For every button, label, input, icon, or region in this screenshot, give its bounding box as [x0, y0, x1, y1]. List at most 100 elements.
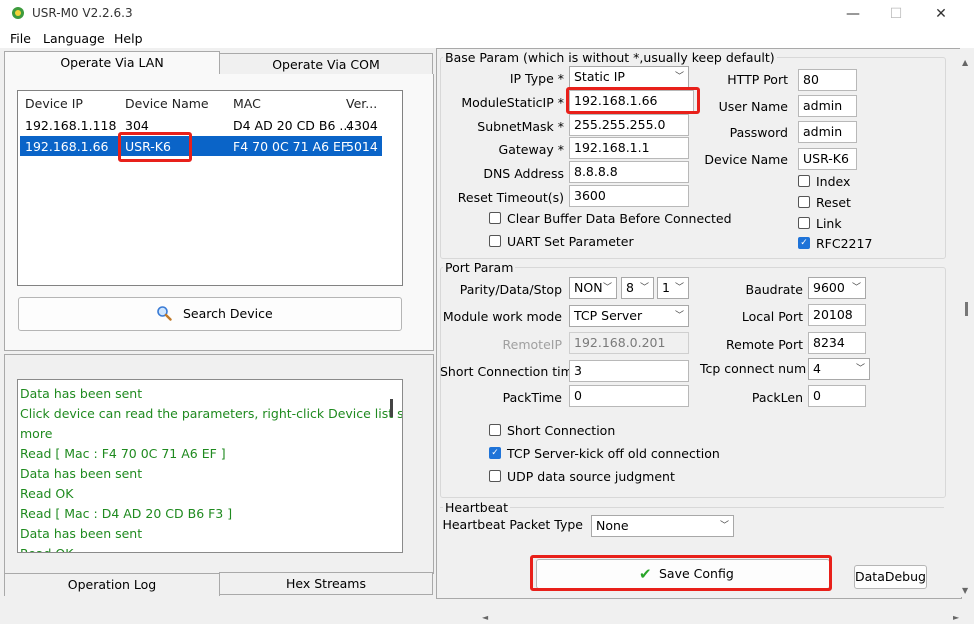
heartbeat-title: Heartbeat: [443, 500, 510, 515]
chevron-down-icon: ﹀: [602, 283, 612, 293]
password-input[interactable]: admin: [798, 121, 857, 143]
chevron-down-icon: ﹀: [674, 283, 684, 293]
minimize-button[interactable]: —: [838, 4, 868, 24]
password-label: Password: [729, 125, 788, 140]
pack-time-label: PackTime: [502, 390, 562, 405]
data-bits-select[interactable]: 8 ﹀: [621, 277, 654, 299]
tcp-connect-num-select[interactable]: 4 ﹀: [808, 358, 870, 380]
row-mac: D4 AD 20 CD B6 ...: [233, 118, 352, 133]
stop-bits-value: 1: [662, 280, 670, 295]
clear-buffer-checkbox[interactable]: [489, 212, 501, 224]
http-port-input[interactable]: 80: [798, 69, 857, 91]
row-mac: F4 70 0C 71 A6 EF: [233, 139, 349, 154]
menu-help[interactable]: Help: [114, 31, 143, 46]
chevron-down-icon: ﹀: [719, 521, 729, 531]
user-name-input[interactable]: admin: [798, 95, 857, 117]
col-version[interactable]: Ver...: [346, 96, 377, 111]
uart-set-checkbox[interactable]: [489, 235, 501, 247]
pack-time-input[interactable]: 0: [569, 385, 689, 407]
udp-judgment-checkbox[interactable]: [489, 470, 501, 482]
reset-timeout-input[interactable]: 3600: [569, 185, 689, 207]
gateway-input[interactable]: 192.168.1.1: [569, 137, 689, 159]
row-device-ip: 192.168.1.118: [25, 118, 117, 133]
user-name-label: User Name: [718, 99, 788, 114]
link-label[interactable]: Link: [816, 216, 842, 231]
baudrate-select[interactable]: 9600 ﹀: [808, 277, 866, 299]
col-device-name[interactable]: Device Name: [125, 96, 209, 111]
log-line: Read [ Mac : D4 AD 20 CD B6 F3 ]: [20, 506, 233, 521]
remote-port-input[interactable]: 8234: [808, 332, 866, 354]
local-port-input[interactable]: 20108: [808, 304, 866, 326]
remote-port-label: Remote Port: [726, 337, 803, 352]
short-conn-time-label: Short Connection time: [440, 364, 581, 379]
col-mac[interactable]: MAC: [233, 96, 261, 111]
tab-operation-log[interactable]: Operation Log: [4, 573, 220, 596]
chevron-down-icon: ﹀: [851, 283, 861, 293]
maximize-button[interactable]: ☐: [881, 4, 911, 24]
short-connection-checkbox[interactable]: [489, 424, 501, 436]
ip-type-label: IP Type *: [509, 71, 564, 86]
uart-set-label[interactable]: UART Set Parameter: [507, 234, 634, 249]
menu-bar: [0, 28, 974, 48]
port-param-group: [440, 267, 946, 498]
splitter-left-icon[interactable]: ◄: [482, 613, 488, 622]
udp-judgment-label[interactable]: UDP data source judgment: [507, 469, 675, 484]
index-checkbox[interactable]: [798, 175, 810, 187]
baudrate-label: Baudrate: [745, 282, 803, 297]
pack-len-label: PackLen: [751, 390, 803, 405]
link-checkbox[interactable]: [798, 217, 810, 229]
kick-off-checkbox[interactable]: ✓: [489, 447, 501, 459]
short-conn-time-input[interactable]: 3: [569, 360, 689, 382]
log-line: Data has been sent: [20, 526, 143, 541]
search-icon: [157, 306, 172, 321]
chevron-down-icon: ﹀: [674, 311, 684, 321]
log-line: Click device can read the parameters, ri…: [20, 406, 403, 421]
dns-input[interactable]: 8.8.8.8: [569, 161, 689, 183]
remote-ip-input: 192.168.0.201: [569, 332, 689, 354]
reset-checkbox[interactable]: [798, 196, 810, 208]
subnet-mask-input[interactable]: 255.255.255.0: [569, 114, 689, 136]
col-device-ip[interactable]: Device IP: [25, 96, 83, 111]
device-name-label: Device Name: [704, 152, 788, 167]
data-debug-button[interactable]: DataDebug: [854, 565, 927, 589]
menu-language[interactable]: Language: [43, 31, 105, 46]
splitter-right-icon[interactable]: ►: [953, 613, 959, 622]
close-button[interactable]: ✕: [926, 4, 956, 24]
log-scrollbar-thumb[interactable]: [390, 399, 393, 417]
chevron-down-icon: ﹀: [855, 364, 865, 374]
log-line: Read OK: [20, 544, 402, 552]
tab-operate-via-lan[interactable]: Operate Via LAN: [4, 51, 220, 74]
scroll-down-icon[interactable]: ▼: [962, 586, 968, 595]
operation-log[interactable]: Data has been sent Click device can read…: [17, 379, 403, 553]
stop-bits-select[interactable]: 1 ﹀: [657, 277, 689, 299]
parity-select[interactable]: NON ﹀: [569, 277, 617, 299]
param-scrollbar-thumb[interactable]: [965, 302, 968, 316]
param-scrollbar[interactable]: [960, 48, 973, 597]
kick-off-label[interactable]: TCP Server-kick off old connection: [507, 446, 720, 461]
subnet-label: SubnetMask *: [477, 119, 564, 134]
device-name-input[interactable]: USR-K6: [798, 148, 857, 170]
pack-len-input[interactable]: 0: [808, 385, 866, 407]
reset-label[interactable]: Reset: [816, 195, 851, 210]
index-label[interactable]: Index: [816, 174, 850, 189]
scroll-up-icon[interactable]: ▲: [962, 58, 968, 67]
clear-buffer-label[interactable]: Clear Buffer Data Before Connected: [507, 211, 732, 226]
heartbeat-type-value: None: [596, 518, 629, 533]
rfc2217-checkbox[interactable]: ✓: [798, 237, 810, 249]
heartbeat-type-select[interactable]: None ﹀: [591, 515, 734, 537]
work-mode-select[interactable]: TCP Server ﹀: [569, 305, 689, 327]
tcp-connect-num-value: 4: [813, 361, 821, 376]
title-bar: [0, 0, 974, 28]
menu-file[interactable]: File: [10, 31, 31, 46]
rfc2217-label[interactable]: RFC2217: [816, 236, 872, 251]
highlight-device-name: [118, 132, 192, 162]
tab-hex-streams[interactable]: Hex Streams: [219, 572, 433, 595]
ip-type-select[interactable]: Static IP ﹀: [569, 66, 689, 88]
app-icon: [12, 7, 24, 19]
highlight-save-config: [530, 555, 832, 591]
short-connection-label[interactable]: Short Connection: [507, 423, 615, 438]
row-device-name: 304: [125, 118, 149, 133]
row-version: 5014: [346, 139, 378, 154]
chevron-down-icon: ﹀: [674, 72, 684, 82]
parity-label: Parity/Data/Stop: [459, 282, 562, 297]
